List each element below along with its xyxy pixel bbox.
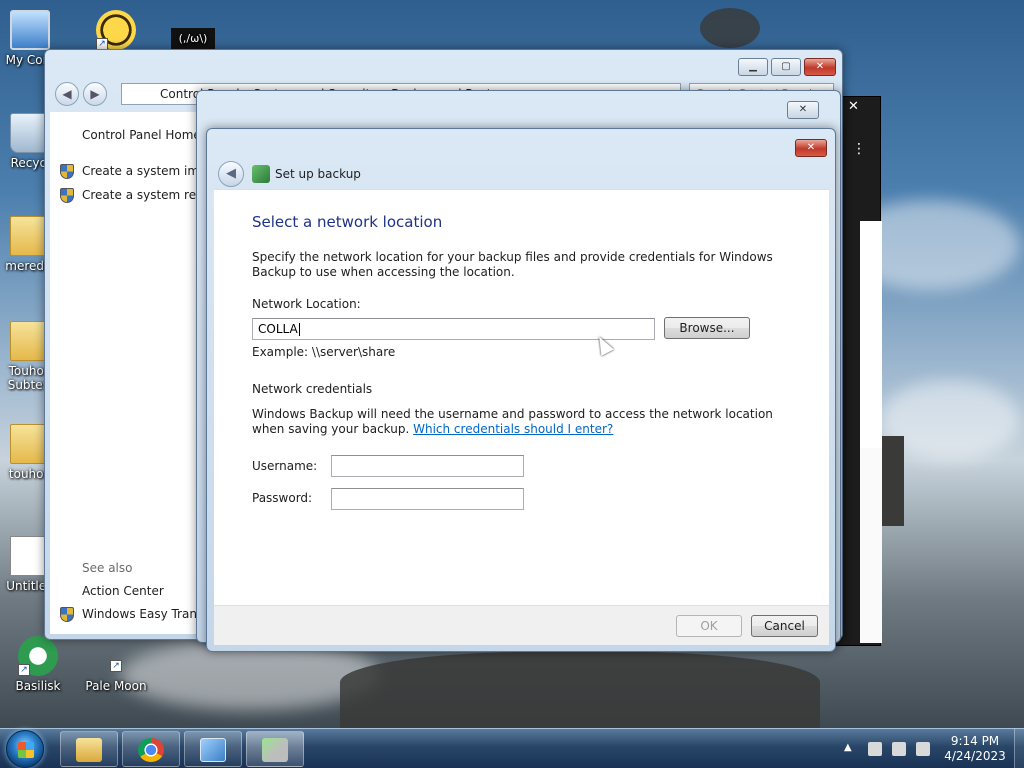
- control-panel-icon: [200, 738, 226, 762]
- taskbar-explorer[interactable]: [60, 731, 118, 767]
- forward-button[interactable]: ▶: [83, 82, 107, 106]
- basilisk-icon: ↗: [18, 636, 58, 676]
- task-sidebar: Control Panel Home Create a system image…: [50, 112, 247, 634]
- taskbar-backup[interactable]: [246, 731, 304, 767]
- desktop-icon-label: Pale Moon: [85, 679, 147, 693]
- system-tray: ▲: [840, 729, 940, 768]
- shield-icon: [60, 164, 74, 179]
- pale-moon-icon: ↗: [102, 648, 130, 676]
- back-button[interactable]: ◀: [55, 82, 79, 106]
- setup-backup-dialog[interactable]: ✕ ◀ Set up backup Select a network locat…: [206, 128, 836, 652]
- desktop-icon-label: Basilisk: [15, 679, 61, 693]
- page-title: Select a network location: [252, 213, 443, 231]
- desktop-icon-basilisk[interactable]: ↗ Basilisk: [0, 636, 76, 693]
- shield-icon: [60, 607, 74, 622]
- maximize-button[interactable]: ▢: [771, 58, 801, 76]
- clock-date: 4/24/2023: [944, 749, 1006, 763]
- clock[interactable]: 9:14 PM 4/24/2023: [940, 734, 1010, 764]
- more-options-icon[interactable]: ⋮: [852, 142, 866, 156]
- computer-icon: [10, 10, 50, 50]
- network-location-label: Network Location:: [252, 297, 361, 311]
- desktop-icon-bee[interactable]: ↗: [78, 10, 154, 53]
- see-also-heading: See also: [82, 561, 133, 575]
- example-text: Example: \\server\share: [252, 345, 396, 359]
- dialog-title: Set up backup: [275, 167, 361, 181]
- chrome-icon: [138, 738, 164, 762]
- credentials-heading: Network credentials: [252, 382, 373, 396]
- username-input[interactable]: [331, 455, 524, 477]
- start-button[interactable]: [6, 730, 44, 768]
- password-label: Password:: [252, 491, 313, 505]
- backup-icon: [262, 738, 288, 762]
- password-input[interactable]: [331, 488, 524, 510]
- username-label: Username:: [252, 459, 318, 473]
- desktop-icon-pale-moon[interactable]: ↗ Pale Moon: [78, 648, 154, 693]
- clock-time: 9:14 PM: [950, 734, 1000, 748]
- show-hidden-icons-icon[interactable]: ▲: [844, 742, 858, 756]
- taskbar-control-panel[interactable]: [184, 731, 242, 767]
- network-location-input[interactable]: COLLA: [252, 318, 655, 340]
- taskbar: ▲ 9:14 PM 4/24/2023: [0, 728, 1024, 768]
- close-button[interactable]: ✕: [804, 58, 836, 76]
- black-window-icon: (,/ω\): [171, 28, 215, 50]
- content-panel: [860, 221, 882, 448]
- close-icon[interactable]: ✕: [848, 99, 859, 114]
- cancel-button[interactable]: Cancel: [751, 615, 818, 637]
- credentials-text: Windows Backup will need the username an…: [252, 407, 792, 437]
- browse-button[interactable]: Browse...: [664, 317, 750, 339]
- volume-muted-icon[interactable]: [916, 742, 930, 756]
- which-credentials-link[interactable]: Which credentials should I enter?: [413, 422, 613, 436]
- close-button[interactable]: ✕: [795, 139, 827, 157]
- action-center-link[interactable]: Action Center: [82, 584, 164, 598]
- show-desktop-button[interactable]: [1014, 729, 1024, 768]
- explorer-icon: [76, 738, 102, 762]
- intro-text: Specify the network location for your ba…: [252, 250, 773, 279]
- back-arrow-icon[interactable]: ◀: [218, 161, 244, 187]
- minimize-button[interactable]: ▁: [738, 58, 768, 76]
- control-panel-home-link[interactable]: Control Panel Home: [82, 128, 201, 142]
- shield-icon: [60, 188, 74, 203]
- ok-button[interactable]: OK: [676, 615, 742, 637]
- taskbar-chrome[interactable]: [122, 731, 180, 767]
- content-panel: [860, 448, 882, 643]
- action-center-flag-icon[interactable]: [868, 742, 882, 756]
- network-icon[interactable]: [892, 742, 906, 756]
- dialog-header: ◀ Set up backup: [214, 159, 829, 189]
- dialog-body: Select a network location Specify the ne…: [214, 189, 829, 605]
- dialog-footer: OK Cancel: [214, 605, 829, 645]
- windows-logo-icon: [18, 742, 34, 758]
- bee-icon: ↗: [96, 10, 136, 50]
- backup-icon: [252, 165, 270, 183]
- close-button[interactable]: ✕: [787, 101, 819, 119]
